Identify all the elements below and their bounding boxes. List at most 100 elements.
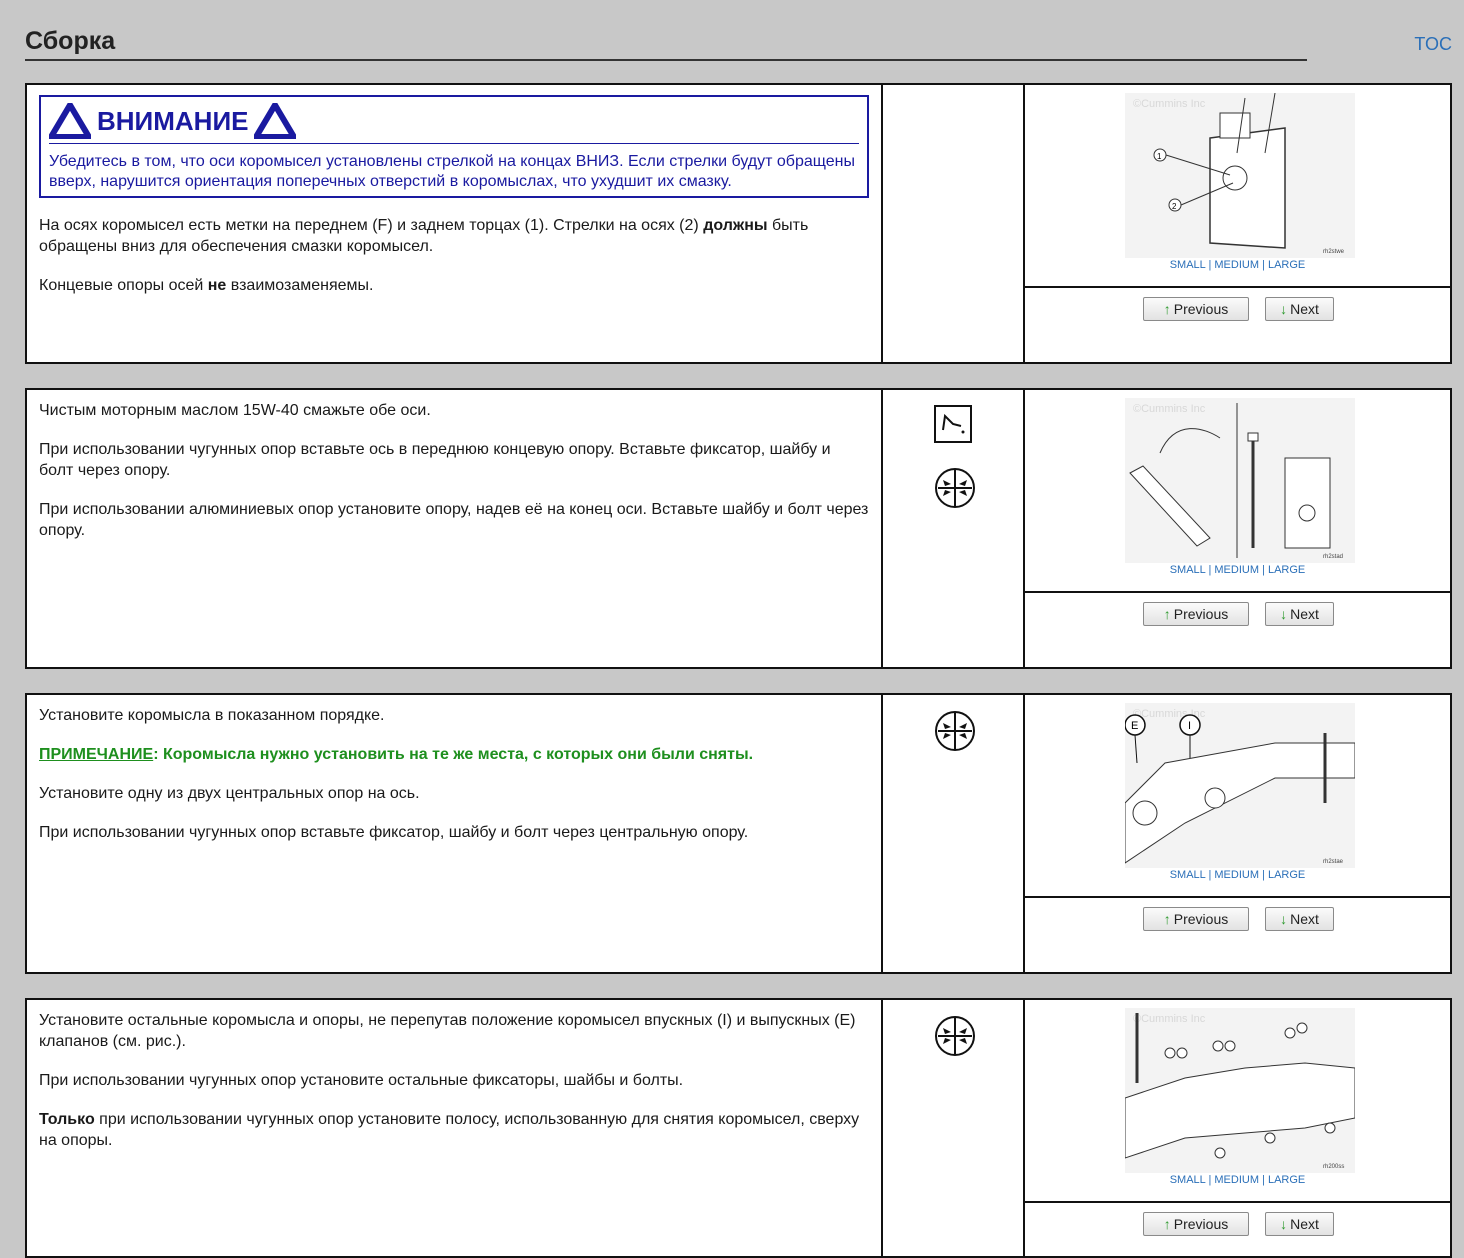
step-text: Установите коромысла в показанном порядк… [27,695,883,972]
step-paragraph: Чистым моторным маслом 15W-40 смажьте об… [39,402,431,419]
figure-size-links: SMALL | MEDIUM | LARGE [1025,259,1450,271]
step-4: Установите остальные коромысла и опоры, … [25,998,1452,1258]
step-figure: ©Cummins Inc 1 2 rh2stwe SMALL | MEDIUM … [1025,85,1450,362]
figure-watermark: ©Cummins Inc [1133,1013,1206,1025]
figure-code: rh2stad [1323,554,1343,560]
next-button[interactable]: ↓ Next [1265,297,1334,321]
next-label: Next [1290,911,1319,927]
figure-code: rh2stae [1323,859,1344,865]
figure-image[interactable]: ©Cummins Inc 1 2 rh2stwe [1125,93,1355,258]
figure-size-links: SMALL | MEDIUM | LARGE [1025,1174,1450,1186]
toc-link[interactable]: TOC [1414,34,1452,55]
large-link[interactable]: LARGE [1268,869,1305,881]
separator: | [1262,1174,1265,1186]
svg-text:2: 2 [1172,202,1177,211]
arrow-up-icon: ↑ [1163,911,1171,927]
previous-label: Previous [1173,606,1229,622]
wrench-tool-icon [935,468,975,508]
step-paragraph: На осях коромысел есть метки на переднем… [39,215,869,257]
large-link[interactable]: LARGE [1268,564,1305,576]
small-link[interactable]: SMALL [1170,869,1206,881]
separator: | [1262,869,1265,881]
oil-can-icon [934,405,972,443]
page-title: Сборка [25,27,116,55]
step-paragraph: Только при использовании чугунных опор у… [39,1109,869,1151]
arrow-down-icon: ↓ [1280,911,1288,927]
figure-code: rh200ss [1323,1164,1344,1170]
next-button[interactable]: ↓ Next [1265,1212,1334,1236]
warning-header: ВНИМАНИЕ [49,103,859,144]
step-2: Чистым моторным маслом 15W-40 смажьте об… [25,388,1452,669]
small-link[interactable]: SMALL [1170,259,1206,271]
figure-code: rh2stwe [1323,249,1345,255]
medium-link[interactable]: MEDIUM [1214,869,1259,881]
arrow-down-icon: ↓ [1280,301,1288,317]
step-text: ВНИМАНИЕ Убедитесь в том, что оси коромы… [27,85,883,362]
wrench-tool-icon [935,711,975,751]
figure-image[interactable]: ©Cummins Inc E I rh2stae [1125,703,1355,868]
note-label[interactable]: ПРИМЕЧАНИЕ [39,746,153,763]
arrow-down-icon: ↓ [1280,606,1288,622]
previous-label: Previous [1173,301,1229,317]
figure-size-links: SMALL | MEDIUM | LARGE [1025,564,1450,576]
text-run: Концевые опоры осей [39,277,208,294]
next-label: Next [1290,606,1319,622]
label-e: E [1131,720,1138,732]
step-icons [883,1000,1025,1256]
figure-area: ©Cummins Inc rh2stad SMALL | MEDIUM | LA… [1025,390,1450,593]
previous-label: Previous [1173,1216,1229,1232]
step-paragraph: Установите одну из двух центральных опор… [39,785,420,802]
previous-button[interactable]: ↑ Previous [1143,1212,1249,1236]
medium-link[interactable]: MEDIUM [1214,564,1259,576]
figure-area: ©Cummins Inc rh200ss SMALL | MEDIUM | LA… [1025,1000,1450,1203]
previous-button[interactable]: ↑ Previous [1143,602,1249,626]
text-run: при использовании чугунных опор установи… [39,1111,860,1149]
figure-image[interactable]: ©Cummins Inc rh200ss [1125,1008,1355,1173]
arrow-down-icon: ↓ [1280,1216,1288,1232]
step-text: Установите остальные коромысла и опоры, … [27,1000,883,1256]
figure-watermark: ©Cummins Inc [1133,403,1206,415]
title-rule [25,59,1307,61]
previous-label: Previous [1173,911,1229,927]
separator: | [1208,564,1212,576]
arrow-up-icon: ↑ [1163,1216,1171,1232]
previous-button[interactable]: ↑ Previous [1143,297,1249,321]
large-link[interactable]: LARGE [1268,259,1305,271]
step-icons [883,695,1025,972]
small-link[interactable]: SMALL [1170,564,1206,576]
note-text: : Коромысла нужно установить на те же ме… [153,746,754,763]
previous-button[interactable]: ↑ Previous [1143,907,1249,931]
large-link[interactable]: LARGE [1268,1174,1305,1186]
bold-text: должны [703,217,768,234]
step-text: Чистым моторным маслом 15W-40 смажьте об… [27,390,883,667]
step-icons [883,85,1025,362]
bold-text: не [207,277,227,294]
step-paragraph: При использовании чугунных опор вставьте… [39,441,831,479]
next-label: Next [1290,1216,1319,1232]
figure-size-links: SMALL | MEDIUM | LARGE [1025,869,1450,881]
separator: | [1262,259,1265,271]
step-icons [883,390,1025,667]
step-paragraph: При использовании чугунных опор установи… [39,1072,684,1089]
separator: | [1208,259,1212,271]
warning-box: ВНИМАНИЕ Убедитесь в том, что оси коромы… [39,95,869,198]
figure-area: ©Cummins Inc E I rh2stae SMALL | MEDIUM … [1025,695,1450,898]
step-paragraph: Установите остальные коромысла и опоры, … [39,1012,856,1050]
figure-image[interactable]: ©Cummins Inc rh2stad [1125,398,1355,563]
arrow-up-icon: ↑ [1163,301,1171,317]
warning-title: ВНИМАНИЕ [97,105,249,136]
step-figure: ©Cummins Inc E I rh2stae SMALL | MEDIUM … [1025,695,1450,972]
arrow-up-icon: ↑ [1163,606,1171,622]
medium-link[interactable]: MEDIUM [1214,1174,1259,1186]
small-link[interactable]: SMALL [1170,1174,1206,1186]
medium-link[interactable]: MEDIUM [1214,259,1259,271]
step-paragraph: При использовании алюминиевых опор устан… [39,501,869,539]
note-paragraph: ПРИМЕЧАНИЕ: Коромысла нужно установить н… [39,744,869,765]
figure-watermark: ©Cummins Inc [1133,98,1206,110]
svg-text:1: 1 [1157,152,1162,161]
step-paragraph: Концевые опоры осей не взаимозаменяемы. [39,275,869,296]
next-button[interactable]: ↓ Next [1265,602,1334,626]
next-button[interactable]: ↓ Next [1265,907,1334,931]
wrench-tool-icon [935,1016,975,1056]
label-i: I [1188,720,1191,732]
